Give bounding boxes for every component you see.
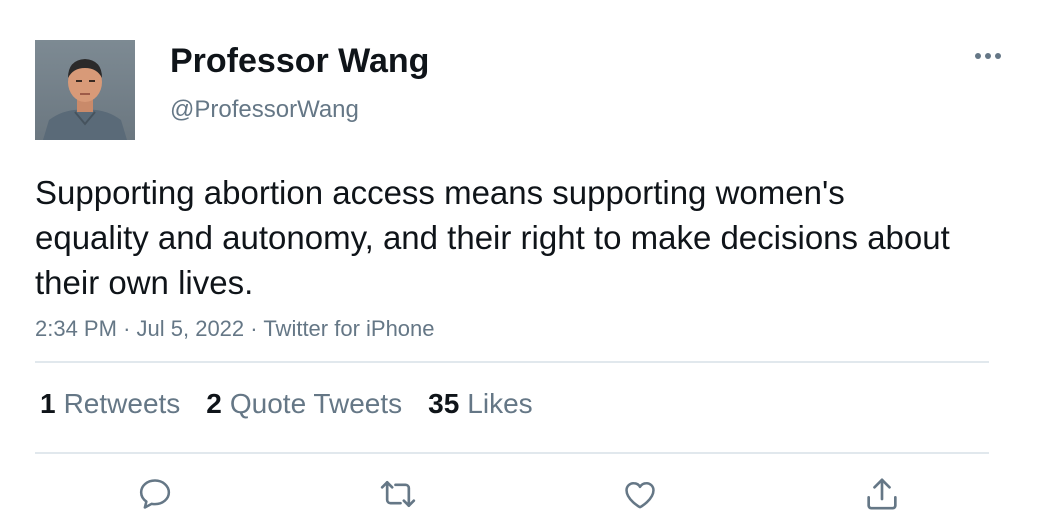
share-button[interactable]	[862, 474, 902, 514]
likes-label: Likes	[467, 388, 533, 419]
more-dots-icon	[975, 53, 1001, 59]
quote-tweets-label: Quote Tweets	[229, 388, 403, 419]
reply-button[interactable]	[135, 474, 175, 514]
avatar-image	[35, 40, 135, 140]
retweets-label: Retweets	[63, 388, 181, 419]
divider	[35, 361, 989, 363]
retweets-count: 1	[40, 388, 56, 419]
like-button[interactable]	[620, 474, 660, 514]
likes-stat[interactable]: 35 Likes	[428, 388, 533, 420]
tweet-meta: 2:34 PM · Jul 5, 2022 · Twitter for iPho…	[35, 316, 435, 342]
user-handle[interactable]: @ProfessorWang	[170, 96, 359, 124]
tweet-text: Supporting abortion access means support…	[35, 174, 950, 301]
likes-count: 35	[428, 388, 460, 419]
retweet-icon	[380, 481, 416, 507]
tweet-date[interactable]: Jul 5, 2022	[137, 316, 245, 341]
tweet-stats: 1 Retweets 2 Quote Tweets 35 Likes	[40, 388, 533, 420]
divider	[35, 452, 989, 454]
meta-separator: ·	[123, 316, 131, 341]
more-options-button[interactable]	[970, 42, 1006, 70]
retweet-button[interactable]	[378, 474, 418, 514]
tweet-source[interactable]: Twitter for iPhone	[263, 316, 434, 341]
quote-tweets-stat[interactable]: 2 Quote Tweets	[206, 388, 402, 420]
heart-icon	[625, 481, 655, 509]
share-icon	[867, 478, 897, 510]
meta-separator: ·	[250, 316, 258, 341]
tweet-time[interactable]: 2:34 PM	[35, 316, 117, 341]
tweet-card: Professor Wang @ProfessorWang Supporting…	[0, 0, 1050, 525]
display-name[interactable]: Professor Wang	[170, 42, 429, 81]
retweets-stat[interactable]: 1 Retweets	[40, 388, 180, 420]
reply-icon	[139, 479, 171, 509]
quote-tweets-count: 2	[206, 388, 222, 419]
avatar[interactable]	[35, 40, 135, 140]
